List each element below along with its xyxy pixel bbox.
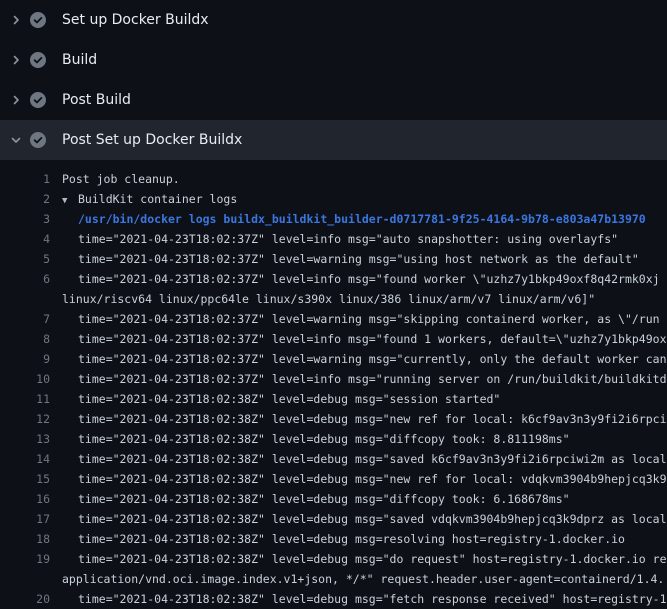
step-label: Post Set up Docker Buildx — [62, 132, 242, 148]
line-number[interactable]: 11 — [0, 389, 50, 409]
line-number[interactable]: 18 — [0, 529, 50, 549]
log-text: linux/riscv64 linux/ppc64le linux/s390x … — [50, 289, 595, 309]
line-number[interactable]: 16 — [0, 489, 50, 509]
log-line: 15time="2021-04-23T18:02:38Z" level=debu… — [0, 469, 667, 489]
step-header-post-set-up-docker-buildx[interactable]: Post Set up Docker Buildx — [0, 120, 667, 160]
log-line: 3/usr/bin/docker logs buildx_buildkit_bu… — [0, 209, 667, 229]
log-line: 6time="2021-04-23T18:02:37Z" level=info … — [0, 269, 667, 289]
step-label: Set up Docker Buildx — [62, 12, 209, 28]
log-line: 11time="2021-04-23T18:02:38Z" level=debu… — [0, 389, 667, 409]
log-panel: 1Post job cleanup.2▼BuildKit container l… — [0, 160, 667, 609]
log-text: time="2021-04-23T18:02:37Z" level=warnin… — [50, 249, 639, 269]
line-number[interactable]: 7 — [0, 309, 50, 329]
steps-panel: Set up Docker Buildx Build Post Build Po… — [0, 0, 667, 160]
step-header-post-build[interactable]: Post Build — [0, 80, 667, 120]
log-line: 2▼BuildKit container logs — [0, 189, 667, 209]
chevron-right-icon — [10, 94, 30, 106]
log-line: 19time="2021-04-23T18:02:38Z" level=debu… — [0, 549, 667, 569]
log-text: time="2021-04-23T18:02:37Z" level=warnin… — [50, 309, 660, 329]
chevron-down-icon — [10, 134, 30, 146]
line-number[interactable]: 2 — [0, 189, 50, 209]
check-circle-icon — [30, 132, 46, 148]
log-text: time="2021-04-23T18:02:38Z" level=debug … — [50, 529, 625, 549]
log-command-text: /usr/bin/docker logs buildx_buildkit_bui… — [50, 209, 646, 229]
chevron-right-icon — [10, 14, 30, 26]
log-text: time="2021-04-23T18:02:38Z" level=debug … — [50, 389, 500, 409]
log-text[interactable]: ▼BuildKit container logs — [50, 189, 237, 211]
line-number[interactable]: 6 — [0, 269, 50, 289]
line-number[interactable]: 13 — [0, 429, 50, 449]
step-header-set-up-docker-buildx[interactable]: Set up Docker Buildx — [0, 0, 667, 40]
line-number[interactable]: 5 — [0, 249, 50, 269]
log-text: time="2021-04-23T18:02:37Z" level=info m… — [50, 329, 667, 349]
step-header-build[interactable]: Build — [0, 40, 667, 80]
log-text: time="2021-04-23T18:02:38Z" level=debug … — [50, 449, 667, 469]
group-title: BuildKit container logs — [78, 192, 237, 206]
log-line: 1Post job cleanup. — [0, 169, 667, 189]
log-line: 20time="2021-04-23T18:02:38Z" level=debu… — [0, 589, 667, 609]
log-line: 13time="2021-04-23T18:02:38Z" level=debu… — [0, 429, 667, 449]
log-text: time="2021-04-23T18:02:38Z" level=debug … — [50, 489, 570, 509]
log-line: 10time="2021-04-23T18:02:37Z" level=info… — [0, 369, 667, 389]
log-line: 16time="2021-04-23T18:02:38Z" level=debu… — [0, 489, 667, 509]
log-text: time="2021-04-23T18:02:38Z" level=debug … — [50, 589, 667, 609]
check-circle-icon — [30, 52, 46, 68]
log-line: 4time="2021-04-23T18:02:37Z" level=info … — [0, 229, 667, 249]
log-text: time="2021-04-23T18:02:38Z" level=debug … — [50, 429, 570, 449]
log-text: time="2021-04-23T18:02:38Z" level=debug … — [50, 549, 667, 569]
step-label: Post Build — [62, 92, 131, 108]
log-text: time="2021-04-23T18:02:37Z" level=warnin… — [50, 349, 667, 369]
log-text: time="2021-04-23T18:02:37Z" level=info m… — [50, 369, 667, 389]
line-number[interactable]: 17 — [0, 509, 50, 529]
line-number[interactable]: 10 — [0, 369, 50, 389]
log-line: 9time="2021-04-23T18:02:37Z" level=warni… — [0, 349, 667, 369]
log-line: 12time="2021-04-23T18:02:38Z" level=debu… — [0, 409, 667, 429]
step-label: Build — [62, 52, 97, 68]
line-number[interactable]: 4 — [0, 229, 50, 249]
log-line: linux/riscv64 linux/ppc64le linux/s390x … — [0, 289, 667, 309]
line-number[interactable]: 12 — [0, 409, 50, 429]
line-number[interactable]: 1 — [0, 169, 50, 189]
log-text: time="2021-04-23T18:02:37Z" level=info m… — [50, 229, 618, 249]
log-text: time="2021-04-23T18:02:37Z" level=info m… — [50, 269, 660, 289]
group-expand-triangle-icon[interactable]: ▼ — [62, 191, 78, 211]
log-text: time="2021-04-23T18:02:38Z" level=debug … — [50, 509, 667, 529]
log-text: time="2021-04-23T18:02:38Z" level=debug … — [50, 409, 667, 429]
check-circle-icon — [30, 92, 46, 108]
line-number[interactable]: 19 — [0, 549, 50, 569]
log-text: time="2021-04-23T18:02:38Z" level=debug … — [50, 469, 667, 489]
line-number[interactable]: 9 — [0, 349, 50, 369]
log-line: 8time="2021-04-23T18:02:37Z" level=info … — [0, 329, 667, 349]
line-number[interactable]: 20 — [0, 589, 50, 609]
line-number[interactable]: 15 — [0, 469, 50, 489]
chevron-right-icon — [10, 54, 30, 66]
log-line: 7time="2021-04-23T18:02:37Z" level=warni… — [0, 309, 667, 329]
log-line: application/vnd.oci.image.index.v1+json,… — [0, 569, 667, 589]
log-text: Post job cleanup. — [50, 169, 180, 189]
line-number[interactable]: 8 — [0, 329, 50, 349]
log-text: application/vnd.oci.image.index.v1+json,… — [50, 569, 664, 589]
check-circle-icon — [30, 12, 46, 28]
line-number[interactable]: 3 — [0, 209, 50, 229]
line-number[interactable]: 14 — [0, 449, 50, 469]
log-line: 5time="2021-04-23T18:02:37Z" level=warni… — [0, 249, 667, 269]
log-line: 14time="2021-04-23T18:02:38Z" level=debu… — [0, 449, 667, 469]
log-line: 17time="2021-04-23T18:02:38Z" level=debu… — [0, 509, 667, 529]
log-line: 18time="2021-04-23T18:02:38Z" level=debu… — [0, 529, 667, 549]
